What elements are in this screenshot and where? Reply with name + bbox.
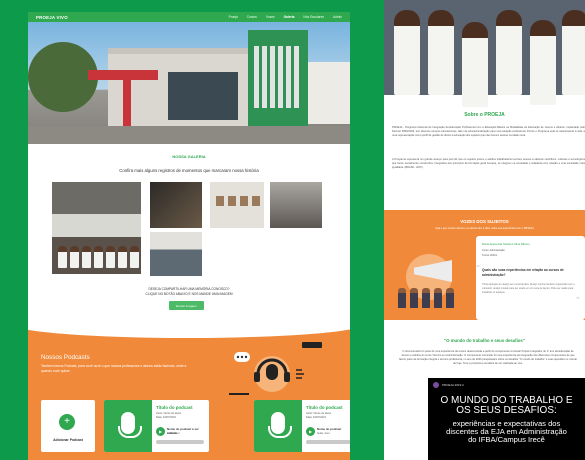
podcasts-section: Nossos Podcasts Também temos Podcast, pa… — [28, 322, 350, 460]
podcast-date: Data: 01/07/2022 — [306, 416, 326, 419]
nav-link-vozes[interactable]: Vozes — [266, 15, 275, 19]
gallery-photo-classroom[interactable] — [150, 232, 202, 276]
nav-link-galeria[interactable]: Galeria — [284, 15, 295, 19]
testimonials-subtitle: Veja o que nossos alunos e ex-alunos têm… — [435, 227, 534, 230]
student-year: Turma: 2019.1 — [482, 254, 498, 257]
nav-link-nos-escolares[interactable]: Nós Escolares — [303, 15, 324, 19]
microphone-icon — [254, 400, 302, 452]
gallery-photo-group[interactable] — [52, 182, 141, 274]
hero-campus-photo — [28, 22, 350, 144]
episode-title: Nome do podcast — [317, 427, 342, 431]
podcast-author: Autor: Nome do aluno — [156, 412, 182, 415]
send-image-button[interactable]: Enviar imagem — [169, 301, 204, 310]
share-memory-text: DESEJA COMPARTILHAR UMA MEMÓRIA CONOSCO?… — [145, 287, 233, 296]
students-group-photo — [384, 0, 585, 107]
podcast-title: Título do podcast — [156, 405, 193, 410]
podcast-title: Título do podcast — [306, 405, 343, 410]
testimonial-question: Quais são suas experiências em relação a… — [482, 268, 564, 277]
play-icon[interactable]: ▶ — [306, 427, 315, 436]
gallery-photo-group-2[interactable] — [270, 182, 322, 228]
documentary-description: O documentário foi parte de uma experiên… — [398, 350, 578, 365]
podcast-card[interactable]: Título do podcast Autor: Nome do aluno D… — [254, 400, 350, 452]
gallery-photo-exhibition[interactable] — [210, 182, 264, 228]
gallery-title: NOSSA GALERIA — [172, 154, 206, 159]
add-podcast-label: Adicionar Podcast — [53, 438, 83, 442]
top-navbar: PROEJA VIVO Proeja Cursos Vozes Galeria … — [28, 12, 350, 22]
video-title: O MUNDO DO TRABALHO E OS SEUS DESAFIOS: — [440, 395, 573, 416]
video-player[interactable]: PROEJA 2019.2 O MUNDO DO TRABALHO E OS S… — [428, 378, 585, 460]
photo-gallery — [52, 182, 332, 282]
episode-detail: Aulas, nível — [167, 432, 180, 435]
episode-detail: Aulas, nível — [317, 432, 330, 435]
podcast-card[interactable]: Título do podcast Autor: Nome do aluno D… — [104, 400, 209, 452]
about-title: Sobre o PROEJA — [464, 112, 505, 118]
site-logo[interactable]: PROEJA VIVO — [36, 15, 68, 20]
testimonial-answer: Tinha apologia um design sem uma barraca… — [482, 283, 575, 294]
about-paragraph-2: A Programa representa um grande avanço p… — [392, 158, 585, 170]
podcasts-title: Nossos Podcasts — [41, 354, 90, 361]
gallery-photo-portrait[interactable] — [150, 182, 202, 228]
video-channel: PROEJA 2019.2 — [433, 382, 464, 388]
nav-link-cursos[interactable]: Cursos — [247, 15, 257, 19]
nav-link-proeja[interactable]: Proeja — [229, 15, 238, 19]
play-icon[interactable]: ▶ — [156, 427, 165, 436]
close-quote-icon: ” — [576, 296, 579, 305]
podcast-author: Autor: Nome do aluno — [306, 412, 332, 415]
gallery-subtitle: Confira mais alguns registros de momento… — [119, 168, 259, 173]
megaphone-illustration — [392, 250, 464, 310]
channel-avatar-icon — [433, 382, 439, 388]
podcast-date: Data: 01/07/2022 — [156, 416, 176, 419]
left-page-mockup: PROEJA VIVO Proeja Cursos Vozes Galeria … — [28, 12, 350, 460]
microphone-icon — [104, 400, 152, 452]
about-paragraph-1: PROEJA - Programa Nacional de Integração… — [392, 126, 585, 138]
video-subtitle: experiências e expectativas dos discente… — [446, 419, 567, 444]
student-name: Maria Aparecida Stefanni Silva Ribeiro — [482, 242, 530, 246]
podcast-illustration — [229, 342, 322, 395]
open-quote-icon: “ — [477, 264, 480, 273]
documentary-title: "O mundo do trabalho e seus desafios" — [444, 338, 525, 343]
plus-icon[interactable]: + — [59, 414, 75, 430]
nav-links: Proeja Cursos Vozes Galeria Nós Escolare… — [229, 15, 342, 19]
add-podcast-card[interactable]: + Adicionar Podcast — [41, 400, 95, 452]
student-course: Curso: Administração — [482, 249, 505, 252]
audio-progress-bar[interactable] — [156, 440, 204, 444]
audio-progress-bar[interactable] — [306, 440, 350, 444]
right-page-mockup: Sobre o PROEJA PROEJA - Programa Naciona… — [384, 0, 585, 460]
testimonial-card: Maria Aparecida Stefanni Silva Ribeiro C… — [476, 236, 585, 320]
podcasts-description: Também temos Podcast, para você ouvir o … — [41, 364, 187, 373]
nav-link-admin[interactable]: Admin — [333, 15, 342, 19]
testimonials-title: VOZES DOS SUJEITOS — [460, 219, 509, 224]
